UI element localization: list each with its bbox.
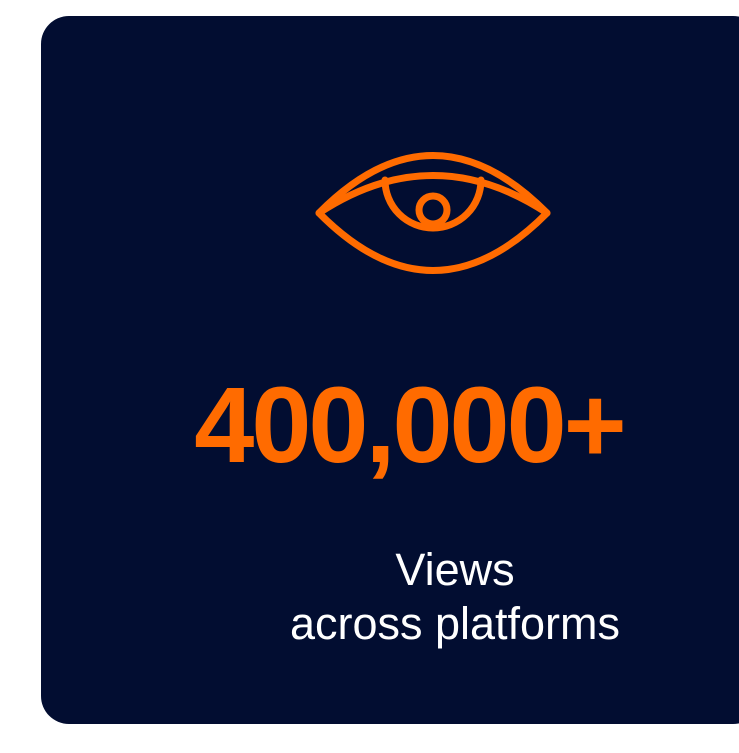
stat-label-line2: across platforms: [289, 598, 621, 649]
stat-label-line1: Views: [395, 544, 515, 595]
stat-value: 400,000+: [194, 364, 626, 485]
stat-card: 400,000+ Views across platforms: [41, 16, 739, 724]
eye-icon: [315, 152, 551, 274]
